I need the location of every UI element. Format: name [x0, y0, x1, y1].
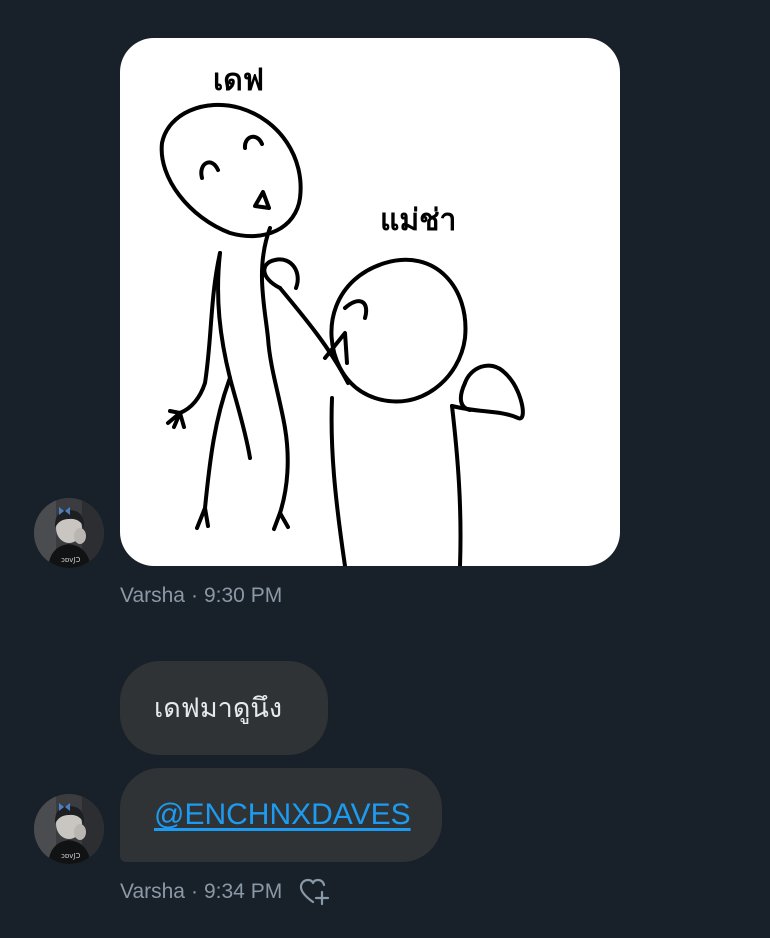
meme-drawing [159, 102, 525, 566]
mention-link[interactable]: @ENCHNXDAVES [154, 800, 411, 830]
user-avatar-icon: ɔɒvJƆ [34, 498, 104, 568]
message-text: เดฟมาดูนึง [154, 692, 283, 724]
message-meta-2: Varsha · 9:34 PM [120, 877, 332, 907]
message-bubble[interactable]: @ENCHNXDAVES [120, 768, 442, 862]
svg-text:ɔɒvJƆ: ɔɒvJƆ [61, 556, 80, 564]
meme-caption-top: เดฟ [213, 63, 264, 98]
sender-name: Varsha [120, 880, 185, 903]
message-bubble[interactable]: เดฟมาดูนึง [120, 661, 328, 755]
meta-separator: · [190, 584, 198, 607]
meme-caption-right: แม่ช่า [380, 203, 457, 238]
svg-text:ɔɒvJƆ: ɔɒvJƆ [61, 852, 80, 860]
add-reaction-heart-icon[interactable] [298, 877, 332, 907]
message-time: 9:30 PM [203, 584, 283, 607]
message-meta-1: Varsha · 9:30 PM [120, 584, 282, 608]
message-time: 9:34 PM [203, 880, 283, 903]
user-avatar-icon: ɔɒvJƆ [34, 794, 104, 864]
sender-avatar[interactable]: ɔɒvJƆ [34, 794, 104, 864]
meta-separator: · [190, 880, 198, 903]
meme-image[interactable]: เดฟ แม่ช่า [120, 38, 620, 566]
sender-avatar[interactable]: ɔɒvJƆ [34, 498, 104, 568]
sender-name: Varsha [120, 584, 185, 607]
